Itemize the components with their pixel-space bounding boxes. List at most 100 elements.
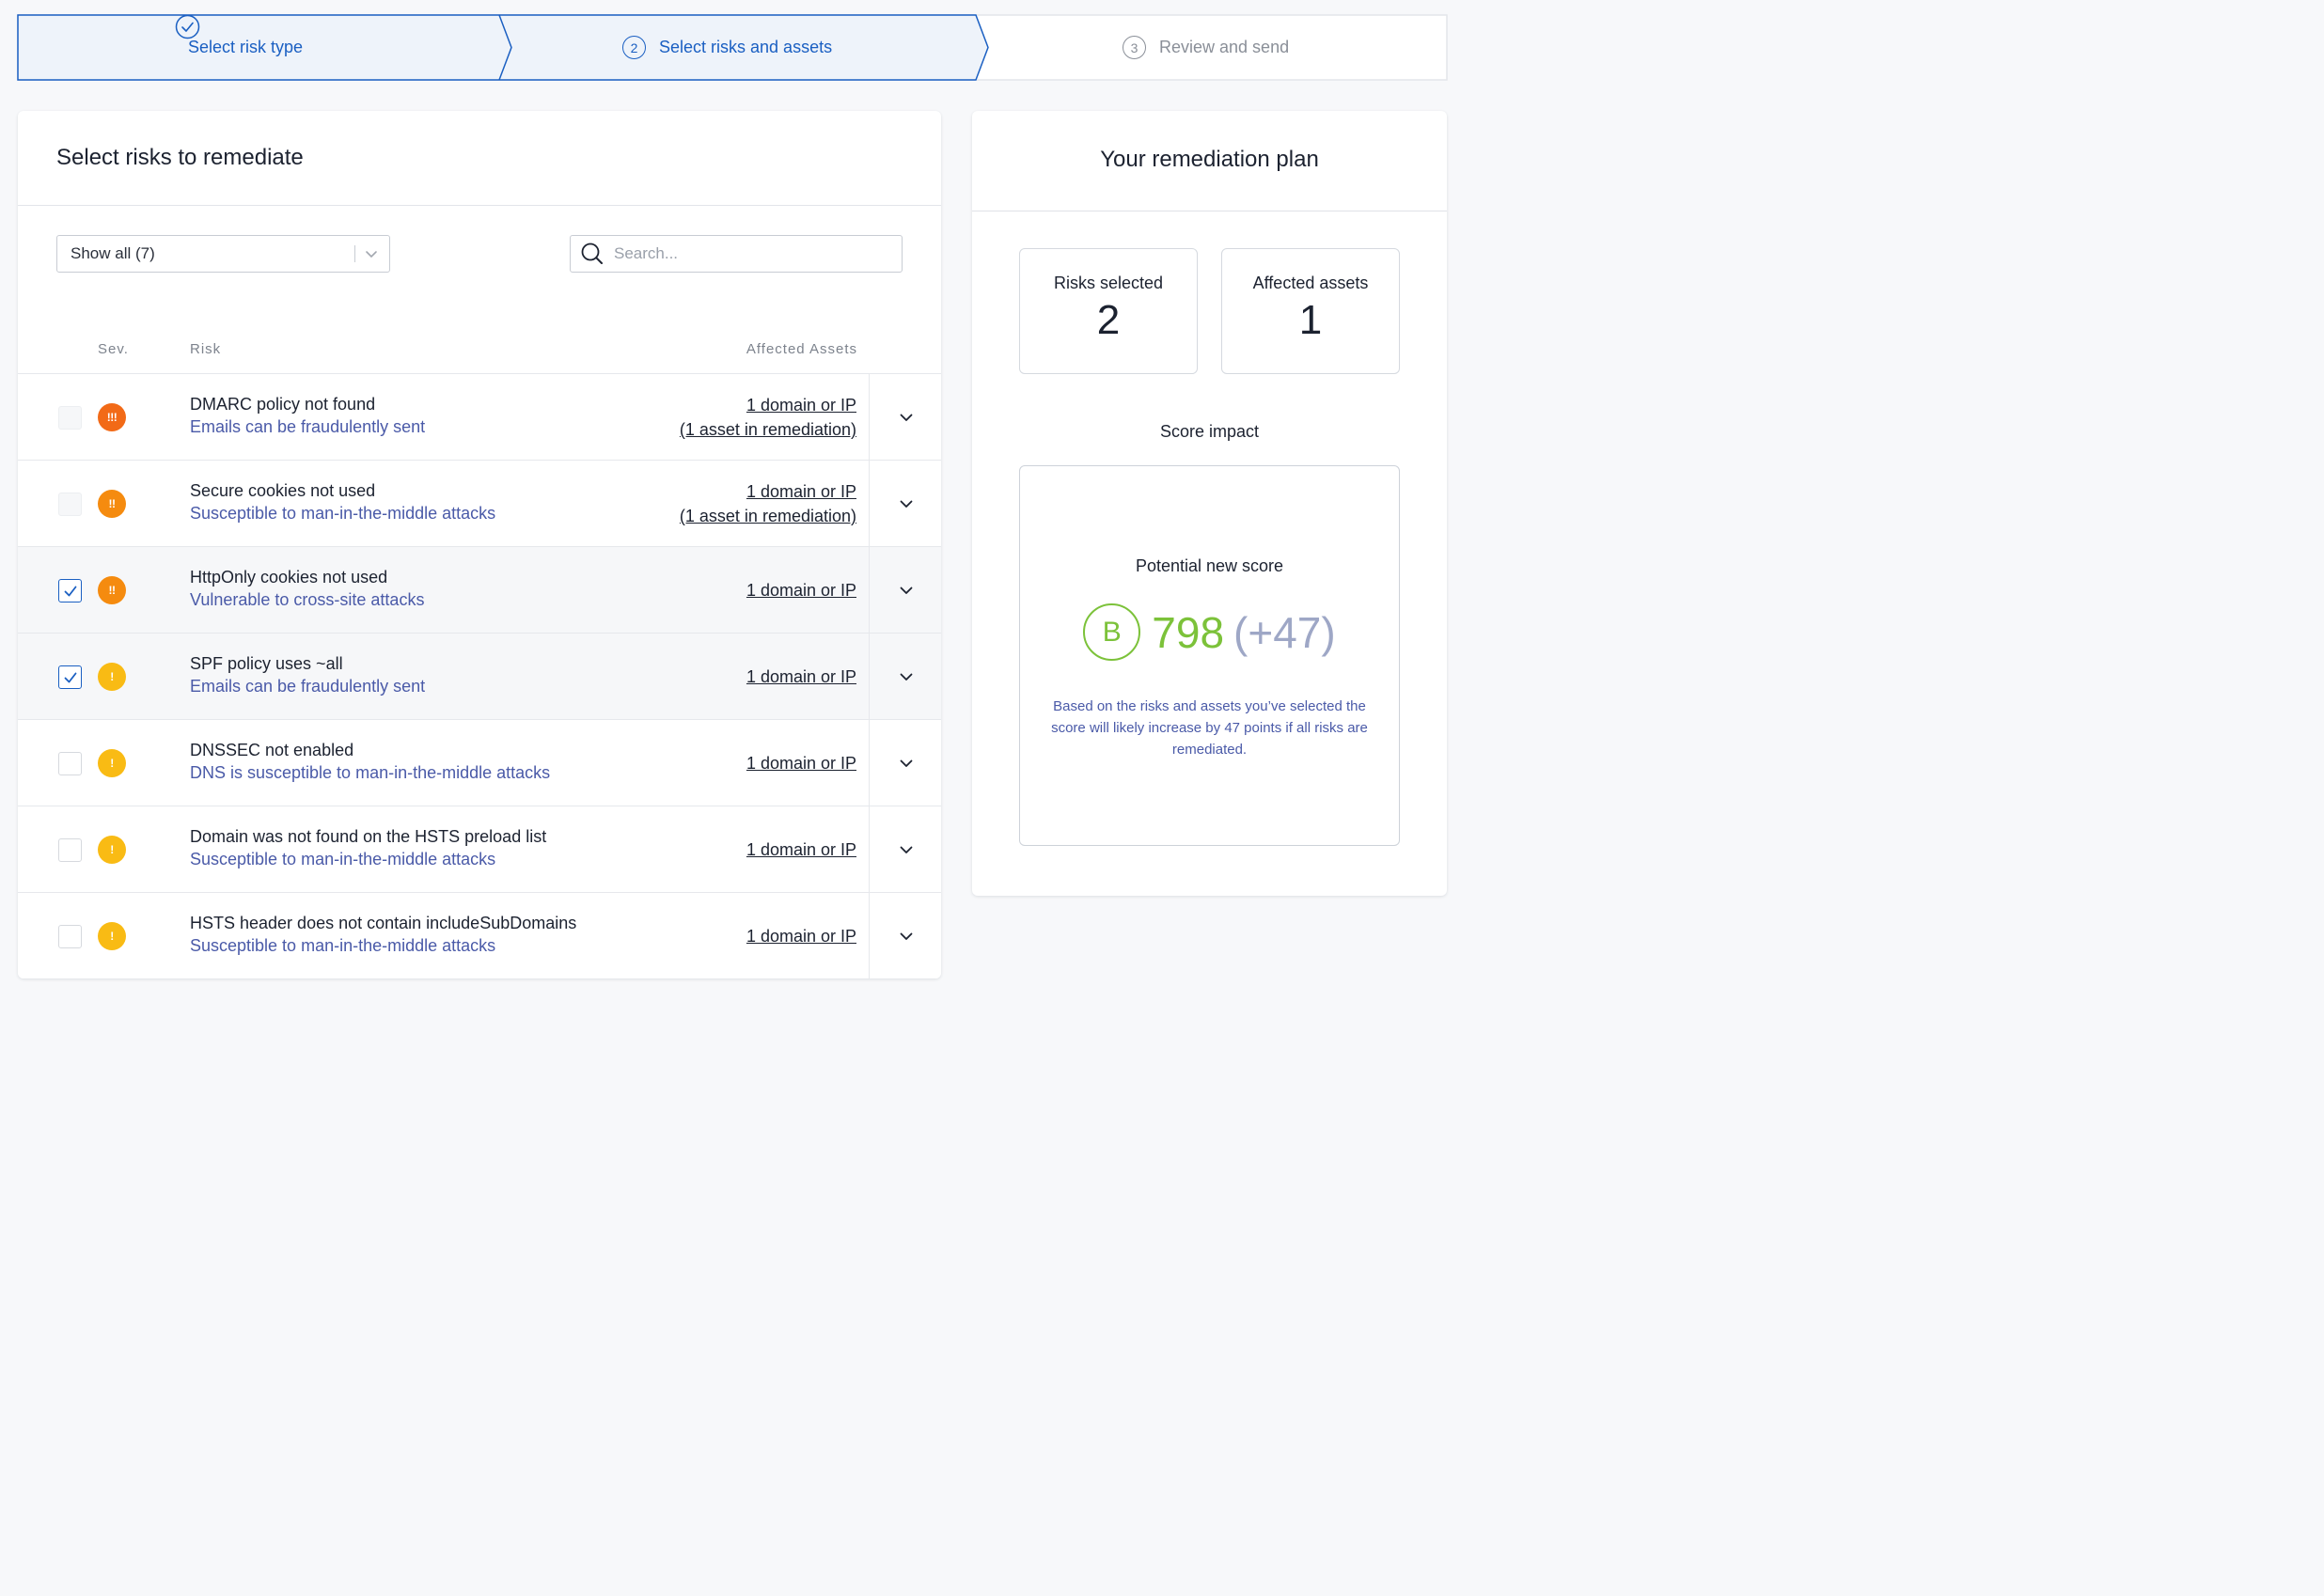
affected-assets-links: 1 domain or IP bbox=[746, 837, 856, 862]
expand-row-chevron-icon[interactable] bbox=[898, 841, 915, 863]
column-header-severity[interactable]: Sev. bbox=[98, 341, 129, 357]
column-header-risk[interactable]: Risk bbox=[190, 341, 221, 357]
risk-title: HttpOnly cookies not used bbox=[190, 568, 388, 587]
remediation-plan-card: Your remediation plan Risks selected 2 A… bbox=[972, 111, 1447, 896]
risk-title: DMARC policy not found bbox=[190, 395, 376, 414]
asset-count-link[interactable]: 1 domain or IP bbox=[746, 837, 856, 862]
column-divider bbox=[869, 461, 870, 546]
remediation-count-link[interactable]: (1 asset in remediation) bbox=[680, 504, 856, 528]
column-divider bbox=[869, 806, 870, 892]
risk-table: !!! DMARC policy not found Emails can be f… bbox=[18, 373, 941, 978]
risk-row[interactable]: !! HttpOnly cookies not used Vulnerable to… bbox=[18, 546, 941, 633]
step-label: Review and send bbox=[1159, 38, 1290, 56]
expand-row-chevron-icon[interactable] bbox=[898, 495, 915, 517]
column-divider bbox=[869, 634, 870, 719]
potential-score-label: Potential new score bbox=[1135, 556, 1284, 575]
risk-checkbox[interactable] bbox=[58, 579, 82, 602]
expand-row-chevron-icon[interactable] bbox=[898, 928, 915, 949]
remediation-plan-title: Your remediation plan bbox=[1100, 147, 1319, 172]
risk-description: Susceptible to man-in-the-middle attacks bbox=[190, 936, 496, 955]
risk-description: Emails can be fraudulently sent bbox=[190, 677, 426, 696]
risk-row[interactable]: ! SPF policy uses ~all Emails can be fraud… bbox=[18, 633, 941, 719]
stepper: Select risk type 2 Select risks and asse… bbox=[17, 14, 1448, 81]
step-select-risks-and-assets[interactable]: 2 Select risks and assets bbox=[622, 14, 832, 81]
checkmark-icon bbox=[64, 586, 76, 596]
step-select-risk-type[interactable]: Select risk type bbox=[175, 14, 303, 81]
column-divider bbox=[869, 720, 870, 806]
risk-checkbox[interactable] bbox=[58, 925, 82, 948]
expand-row-chevron-icon[interactable] bbox=[898, 409, 915, 430]
search-field[interactable] bbox=[570, 235, 903, 273]
risk-row[interactable]: ! Domain was not found on the HSTS preloa… bbox=[18, 806, 941, 892]
step-number: 2 bbox=[622, 36, 646, 59]
affected-assets-links: 1 domain or IP bbox=[746, 665, 856, 689]
risk-checkbox[interactable] bbox=[58, 838, 82, 862]
risk-title: SPF policy uses ~all bbox=[190, 654, 343, 673]
score-row: B 798 (+47) bbox=[1020, 603, 1399, 661]
step-number: 3 bbox=[1123, 36, 1146, 59]
risk-description: Emails can be fraudulently sent bbox=[190, 417, 426, 436]
filter-dropdown[interactable]: Show all (7) bbox=[56, 235, 390, 273]
asset-count-link[interactable]: 1 domain or IP bbox=[746, 924, 856, 948]
divider bbox=[18, 205, 941, 206]
stat-value: 1 bbox=[1298, 297, 1323, 343]
search-icon bbox=[580, 242, 605, 266]
critical-severity-icon: !!! bbox=[98, 403, 126, 431]
risk-title: HSTS header does not contain includeSubD… bbox=[190, 914, 577, 932]
risk-description: Vulnerable to cross-site attacks bbox=[190, 590, 425, 609]
risk-row[interactable]: ! DNSSEC not enabled DNS is susceptible to… bbox=[18, 719, 941, 806]
risk-checkbox[interactable] bbox=[58, 665, 82, 689]
affected-assets-links: 1 domain or IP (1 asset in remediation) bbox=[680, 393, 856, 442]
chevron-down-icon bbox=[364, 246, 379, 266]
step-label: Select risks and assets bbox=[659, 38, 833, 56]
score-delta: (+47) bbox=[1233, 607, 1336, 657]
card-title: Select risks to remediate bbox=[56, 145, 304, 170]
filter-value: Show all (7) bbox=[71, 244, 155, 262]
score-explanation: Based on the risks and assets you’ve sel… bbox=[1051, 698, 1368, 758]
risk-title: DNSSEC not enabled bbox=[190, 741, 354, 759]
expand-row-chevron-icon[interactable] bbox=[898, 668, 915, 690]
new-score: 798 bbox=[1152, 607, 1225, 657]
high-severity-icon: !! bbox=[98, 576, 126, 604]
asset-count-link[interactable]: 1 domain or IP bbox=[746, 751, 856, 775]
column-divider bbox=[869, 893, 870, 978]
asset-count-link[interactable]: 1 domain or IP bbox=[746, 665, 856, 689]
risk-row[interactable]: !!! DMARC policy not found Emails can be f… bbox=[18, 373, 941, 460]
risk-description: Susceptible to man-in-the-middle attacks bbox=[190, 850, 496, 868]
expand-row-chevron-icon[interactable] bbox=[898, 582, 915, 603]
stat-value: 2 bbox=[1096, 297, 1121, 343]
high-severity-icon: !! bbox=[98, 490, 126, 518]
stat-label: Risks selected bbox=[1053, 274, 1164, 292]
risk-title: Secure cookies not used bbox=[190, 481, 376, 500]
affected-assets-links: 1 domain or IP bbox=[746, 578, 856, 602]
risk-checkbox bbox=[58, 493, 82, 516]
dropdown-separator bbox=[354, 245, 355, 262]
affected-assets-links: 1 domain or IP bbox=[746, 924, 856, 948]
step-label: Select risk type bbox=[188, 38, 304, 56]
risk-description: DNS is susceptible to man-in-the-middle … bbox=[190, 763, 551, 782]
affected-assets-links: 1 domain or IP (1 asset in remediation) bbox=[680, 479, 856, 528]
risk-checkbox[interactable] bbox=[58, 752, 82, 775]
risk-title: Domain was not found on the HSTS preload… bbox=[190, 827, 547, 846]
score-impact-box: Potential new score B 798 (+47) Based on… bbox=[1019, 465, 1400, 846]
remediation-count-link[interactable]: (1 asset in remediation) bbox=[680, 417, 856, 442]
risk-row[interactable]: ! HSTS header does not contain includeSub… bbox=[18, 892, 941, 978]
risk-row[interactable]: !! Secure cookies not used Susceptible to … bbox=[18, 460, 941, 546]
medium-severity-icon: ! bbox=[98, 663, 126, 691]
risk-description: Susceptible to man-in-the-middle attacks bbox=[190, 504, 496, 523]
score-impact-label: Score impact bbox=[1159, 422, 1260, 441]
column-divider bbox=[869, 547, 870, 633]
medium-severity-icon: ! bbox=[98, 836, 126, 864]
affected-assets-stat: Affected assets 1 bbox=[1221, 248, 1400, 374]
column-header-affected-assets[interactable]: Affected Assets bbox=[746, 341, 857, 357]
expand-row-chevron-icon[interactable] bbox=[898, 755, 915, 776]
asset-count-link[interactable]: 1 domain or IP bbox=[746, 578, 856, 602]
affected-assets-links: 1 domain or IP bbox=[746, 751, 856, 775]
step-review-and-send[interactable]: 3 Review and send bbox=[1123, 14, 1289, 81]
grade-badge: B bbox=[1083, 603, 1141, 661]
asset-count-link[interactable]: 1 domain or IP bbox=[680, 393, 856, 417]
stat-label: Affected assets bbox=[1252, 274, 1369, 292]
risk-selection-card: Select risks to remediate Show all (7) S… bbox=[18, 111, 941, 978]
asset-count-link[interactable]: 1 domain or IP bbox=[680, 479, 856, 504]
search-input[interactable] bbox=[614, 244, 877, 263]
